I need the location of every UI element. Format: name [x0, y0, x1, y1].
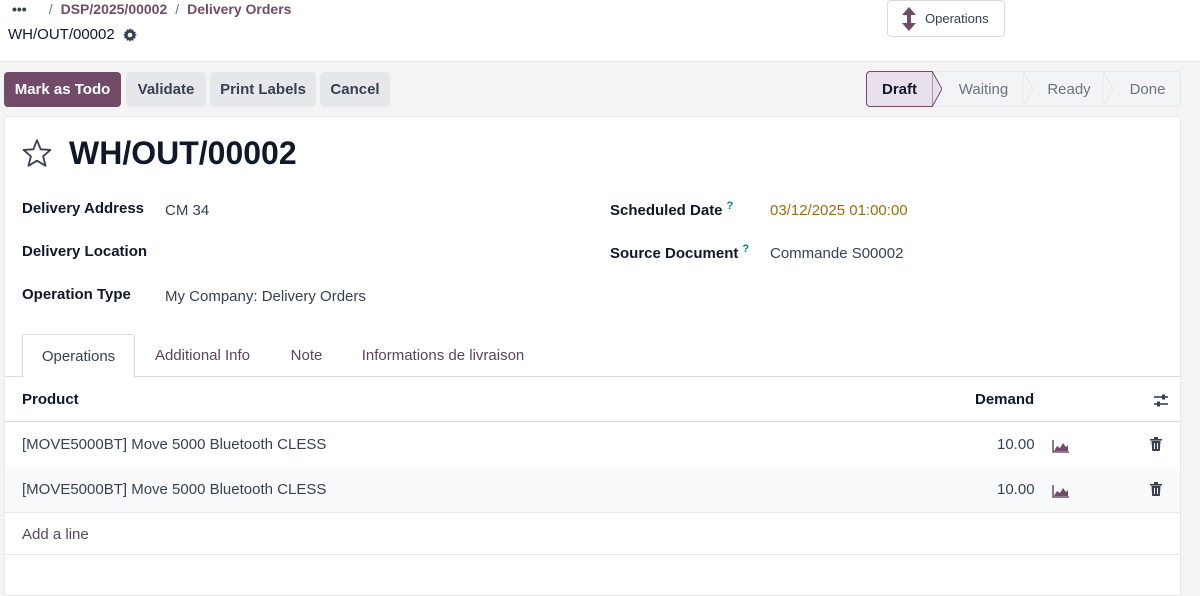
- source-document-field[interactable]: Commande S00002: [770, 245, 903, 262]
- product-cell[interactable]: [MOVE5000BT] Move 5000 Bluetooth CLESS: [22, 481, 326, 498]
- status-bar: Draft Waiting Ready Done: [866, 71, 1181, 107]
- table-row[interactable]: [MOVE5000BT] Move 5000 Bluetooth CLESS 1…: [5, 467, 1180, 513]
- stage-draft[interactable]: Draft: [866, 71, 942, 107]
- stage-done[interactable]: Done: [1103, 71, 1181, 107]
- delivery-address-field[interactable]: CM 34: [165, 202, 209, 219]
- breadcrumb-item-dsp[interactable]: DSP/2025/00002: [61, 1, 168, 17]
- source-document-label-text: Source Document: [610, 245, 739, 262]
- stage-draft-label: Draft: [881, 80, 917, 98]
- column-settings-icon[interactable]: [1153, 394, 1169, 408]
- current-record-name: WH/OUT/00002: [8, 26, 137, 43]
- product-cell[interactable]: [MOVE5000BT] Move 5000 Bluetooth CLESS: [22, 436, 326, 453]
- stage-arrow: [1103, 71, 1113, 107]
- operation-type-field[interactable]: My Company: Delivery Orders: [165, 288, 366, 305]
- stage-waiting[interactable]: Waiting: [932, 71, 1033, 107]
- trash-icon[interactable]: [1150, 482, 1162, 496]
- table-header: Product Demand: [5, 378, 1180, 422]
- control-panel: ••• / DSP/2025/00002 / Delivery Orders W…: [0, 0, 1200, 62]
- forecast-chart-icon[interactable]: [1052, 439, 1070, 453]
- stage-ready-label: Ready: [1047, 80, 1091, 98]
- print-labels-button[interactable]: Print Labels: [210, 72, 316, 107]
- tab-informations-de-livraison[interactable]: Informations de livraison: [348, 334, 538, 377]
- form-sheet: WH/OUT/00002 Delivery Address CM 34 Deli…: [4, 116, 1181, 596]
- scheduled-date-label: Scheduled Date?: [610, 200, 733, 219]
- tab-operations[interactable]: Operations: [22, 334, 135, 378]
- operations-smart-button-label: Operations: [925, 11, 989, 26]
- stage-done-label: Done: [1129, 80, 1166, 98]
- source-document-label: Source Document?: [610, 243, 749, 262]
- trash-icon[interactable]: [1150, 437, 1162, 451]
- cancel-button[interactable]: Cancel: [320, 72, 390, 107]
- star-icon[interactable]: [22, 139, 52, 167]
- forecast-chart-icon[interactable]: [1052, 484, 1070, 498]
- tab-additional-info[interactable]: Additional Info: [140, 334, 265, 377]
- stage-arrow: [932, 71, 942, 107]
- column-header-demand[interactable]: Demand: [975, 391, 1034, 408]
- breadcrumb-more-button[interactable]: •••: [12, 1, 27, 17]
- demand-cell[interactable]: 10.00: [997, 481, 1035, 498]
- record-name-label: WH/OUT/00002: [8, 26, 115, 43]
- delivery-location-field[interactable]: [165, 243, 565, 263]
- gear-icon[interactable]: [122, 27, 137, 42]
- breadcrumb-separator: /: [48, 1, 53, 17]
- demand-cell[interactable]: 10.00: [997, 436, 1035, 453]
- notebook-tabs: Operations Additional Info Note Informat…: [5, 334, 1180, 378]
- validate-button[interactable]: Validate: [126, 72, 206, 107]
- breadcrumb-item-delivery-orders[interactable]: Delivery Orders: [187, 1, 291, 17]
- help-tooltip-icon[interactable]: ?: [742, 243, 749, 255]
- operations-smart-button[interactable]: Operations: [887, 0, 1005, 37]
- scheduled-date-label-text: Scheduled Date: [610, 202, 723, 219]
- operation-type-label: Operation Type: [22, 286, 131, 303]
- breadcrumb: ••• / DSP/2025/00002 / Delivery Orders: [12, 1, 291, 17]
- breadcrumb-separator: /: [175, 1, 180, 17]
- stage-arrow: [1023, 71, 1033, 107]
- column-header-product[interactable]: Product: [22, 391, 79, 408]
- scheduled-date-field[interactable]: 03/12/2025 01:00:00: [770, 202, 908, 219]
- mark-as-todo-button[interactable]: Mark as Todo: [4, 72, 121, 107]
- delivery-address-label: Delivery Address: [22, 200, 145, 217]
- record-title: WH/OUT/00002: [69, 135, 297, 171]
- transfer-arrows-icon: [902, 6, 916, 31]
- add-line-link[interactable]: Add a line: [22, 526, 89, 543]
- help-tooltip-icon[interactable]: ?: [727, 200, 734, 212]
- stage-waiting-label: Waiting: [958, 80, 1009, 98]
- add-line-row: [5, 512, 1180, 555]
- table-row[interactable]: [MOVE5000BT] Move 5000 Bluetooth CLESS 1…: [5, 422, 1180, 468]
- stage-ready[interactable]: Ready: [1023, 71, 1113, 107]
- delivery-location-label: Delivery Location: [22, 243, 148, 260]
- tab-note[interactable]: Note: [274, 334, 339, 377]
